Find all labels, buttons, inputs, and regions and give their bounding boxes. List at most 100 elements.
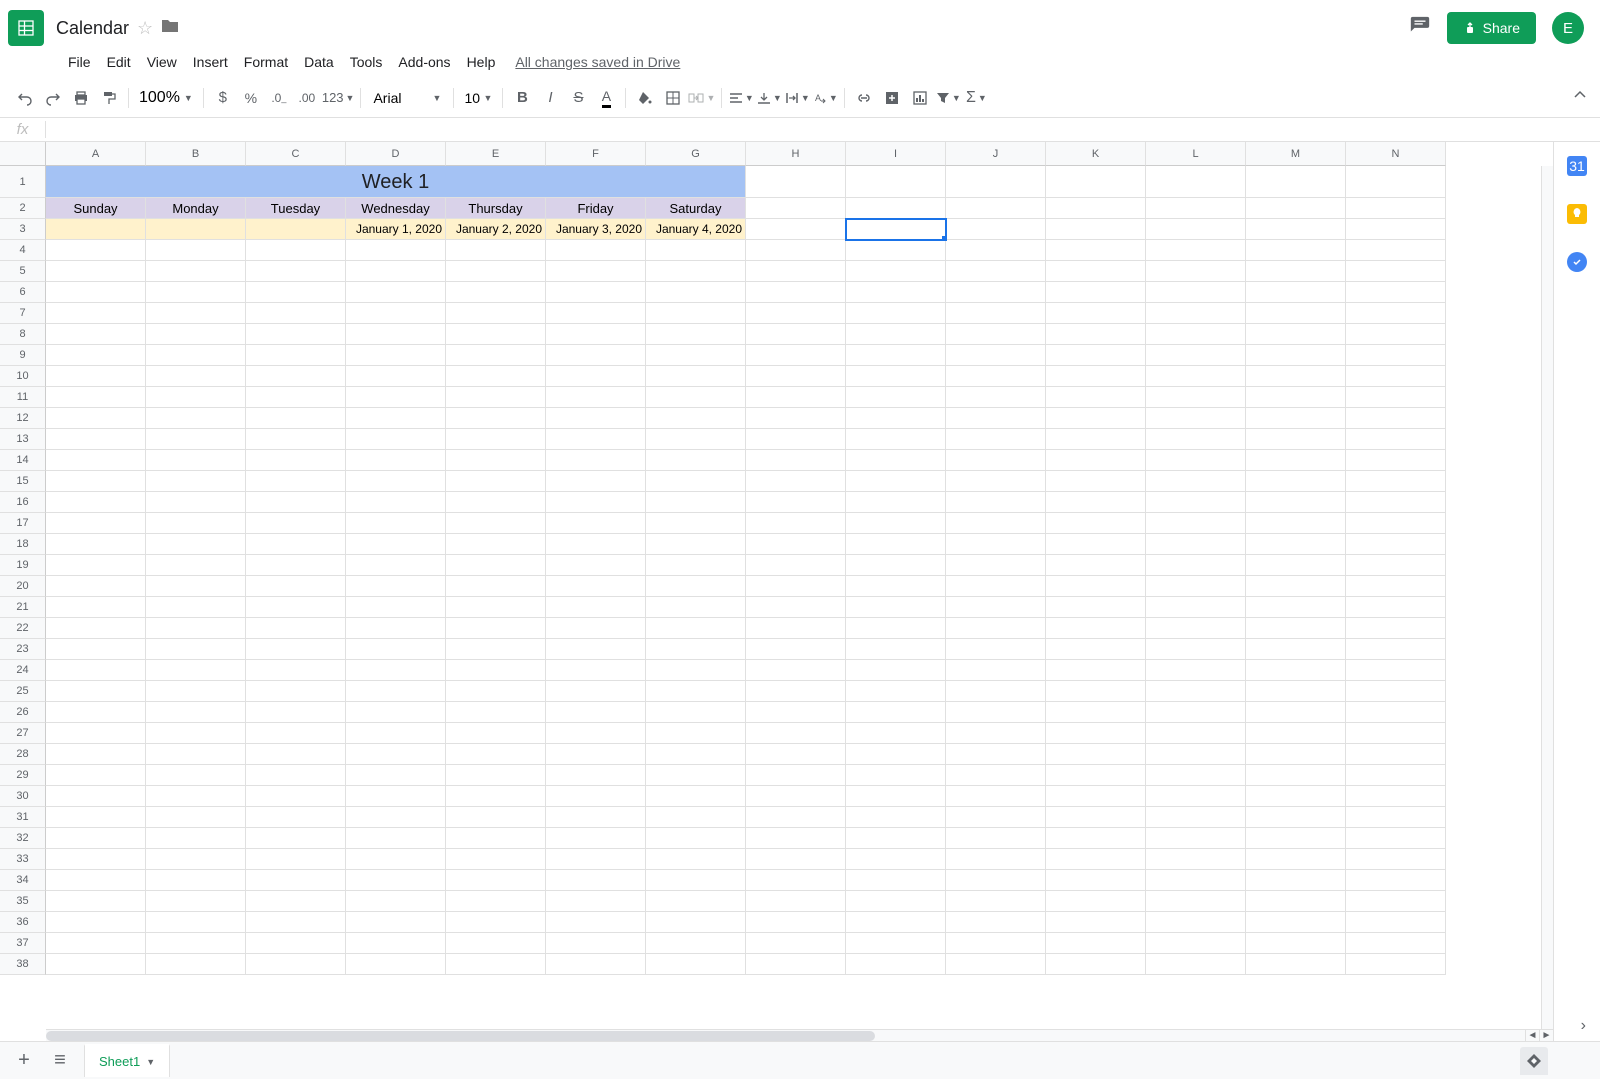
cell-G34[interactable] (646, 870, 746, 891)
cell-N18[interactable] (1346, 534, 1446, 555)
cell-I23[interactable] (846, 639, 946, 660)
cell-M10[interactable] (1246, 366, 1346, 387)
calendar-addon-icon[interactable]: 31 (1567, 156, 1587, 176)
cell-D19[interactable] (346, 555, 446, 576)
row-header-16[interactable]: 16 (0, 492, 46, 513)
cell-E31[interactable] (446, 807, 546, 828)
functions-icon[interactable]: Σ▼ (963, 85, 989, 111)
cell-F23[interactable] (546, 639, 646, 660)
text-rotation-icon[interactable]: A▼ (812, 85, 838, 111)
cell-L14[interactable] (1146, 450, 1246, 471)
cell-N12[interactable] (1346, 408, 1446, 429)
cell-N32[interactable] (1346, 828, 1446, 849)
cell-I24[interactable] (846, 660, 946, 681)
cell-E28[interactable] (446, 744, 546, 765)
cell-F21[interactable] (546, 597, 646, 618)
cell-M5[interactable] (1246, 261, 1346, 282)
cell-J27[interactable] (946, 723, 1046, 744)
row-header-25[interactable]: 25 (0, 681, 46, 702)
cell-J8[interactable] (946, 324, 1046, 345)
cell-I29[interactable] (846, 765, 946, 786)
cell-H15[interactable] (746, 471, 846, 492)
cell-H21[interactable] (746, 597, 846, 618)
cell-L22[interactable] (1146, 618, 1246, 639)
row-header-20[interactable]: 20 (0, 576, 46, 597)
cell-J15[interactable] (946, 471, 1046, 492)
cell-H13[interactable] (746, 429, 846, 450)
cell-A34[interactable] (46, 870, 146, 891)
cell-M7[interactable] (1246, 303, 1346, 324)
cell-F30[interactable] (546, 786, 646, 807)
cell-H28[interactable] (746, 744, 846, 765)
cell-D33[interactable] (346, 849, 446, 870)
cell-J11[interactable] (946, 387, 1046, 408)
cell-E13[interactable] (446, 429, 546, 450)
cell-M13[interactable] (1246, 429, 1346, 450)
day-header-sunday[interactable]: Sunday (46, 198, 146, 219)
row-header-30[interactable]: 30 (0, 786, 46, 807)
row-header-36[interactable]: 36 (0, 912, 46, 933)
zoom-select[interactable]: 100%▼ (135, 89, 197, 107)
cell-K16[interactable] (1046, 492, 1146, 513)
cell-B20[interactable] (146, 576, 246, 597)
cell-J29[interactable] (946, 765, 1046, 786)
cell-K10[interactable] (1046, 366, 1146, 387)
cell-J22[interactable] (946, 618, 1046, 639)
cell-C27[interactable] (246, 723, 346, 744)
cell-N34[interactable] (1346, 870, 1446, 891)
row-header-9[interactable]: 9 (0, 345, 46, 366)
menu-view[interactable]: View (139, 50, 185, 74)
cell-L34[interactable] (1146, 870, 1246, 891)
cell-A11[interactable] (46, 387, 146, 408)
menu-addons[interactable]: Add-ons (390, 50, 458, 74)
cell-J34[interactable] (946, 870, 1046, 891)
increase-decimal-icon[interactable]: .00 (294, 85, 320, 111)
cell-D18[interactable] (346, 534, 446, 555)
cell-D10[interactable] (346, 366, 446, 387)
cell-G14[interactable] (646, 450, 746, 471)
cell-N23[interactable] (1346, 639, 1446, 660)
cell-K14[interactable] (1046, 450, 1146, 471)
cell-G18[interactable] (646, 534, 746, 555)
cell-H5[interactable] (746, 261, 846, 282)
menu-help[interactable]: Help (459, 50, 504, 74)
cell-I12[interactable] (846, 408, 946, 429)
cell-F13[interactable] (546, 429, 646, 450)
cell-L15[interactable] (1146, 471, 1246, 492)
cell-I7[interactable] (846, 303, 946, 324)
cell-D34[interactable] (346, 870, 446, 891)
cell-D23[interactable] (346, 639, 446, 660)
cell-C30[interactable] (246, 786, 346, 807)
row-header-3[interactable]: 3 (0, 219, 46, 240)
cell-J4[interactable] (946, 240, 1046, 261)
cell-K31[interactable] (1046, 807, 1146, 828)
cell-F22[interactable] (546, 618, 646, 639)
row-header-24[interactable]: 24 (0, 660, 46, 681)
cell-I2[interactable] (846, 198, 946, 219)
cell-A6[interactable] (46, 282, 146, 303)
row-header-19[interactable]: 19 (0, 555, 46, 576)
cell-F29[interactable] (546, 765, 646, 786)
cell-D29[interactable] (346, 765, 446, 786)
cell-D17[interactable] (346, 513, 446, 534)
cell-L3[interactable] (1146, 219, 1246, 240)
cell-J28[interactable] (946, 744, 1046, 765)
horizontal-scrollbar-thumb[interactable] (46, 1031, 875, 1041)
cell-K32[interactable] (1046, 828, 1146, 849)
cell-C28[interactable] (246, 744, 346, 765)
cell-M1[interactable] (1246, 166, 1346, 198)
cell-C25[interactable] (246, 681, 346, 702)
cell-L6[interactable] (1146, 282, 1246, 303)
cell-B29[interactable] (146, 765, 246, 786)
cell-G36[interactable] (646, 912, 746, 933)
cell-L12[interactable] (1146, 408, 1246, 429)
cell-J10[interactable] (946, 366, 1046, 387)
cell-J6[interactable] (946, 282, 1046, 303)
cell-A27[interactable] (46, 723, 146, 744)
cell-F37[interactable] (546, 933, 646, 954)
cell-G38[interactable] (646, 954, 746, 975)
cell-K28[interactable] (1046, 744, 1146, 765)
cell-M20[interactable] (1246, 576, 1346, 597)
cell-I25[interactable] (846, 681, 946, 702)
undo-icon[interactable] (12, 85, 38, 111)
